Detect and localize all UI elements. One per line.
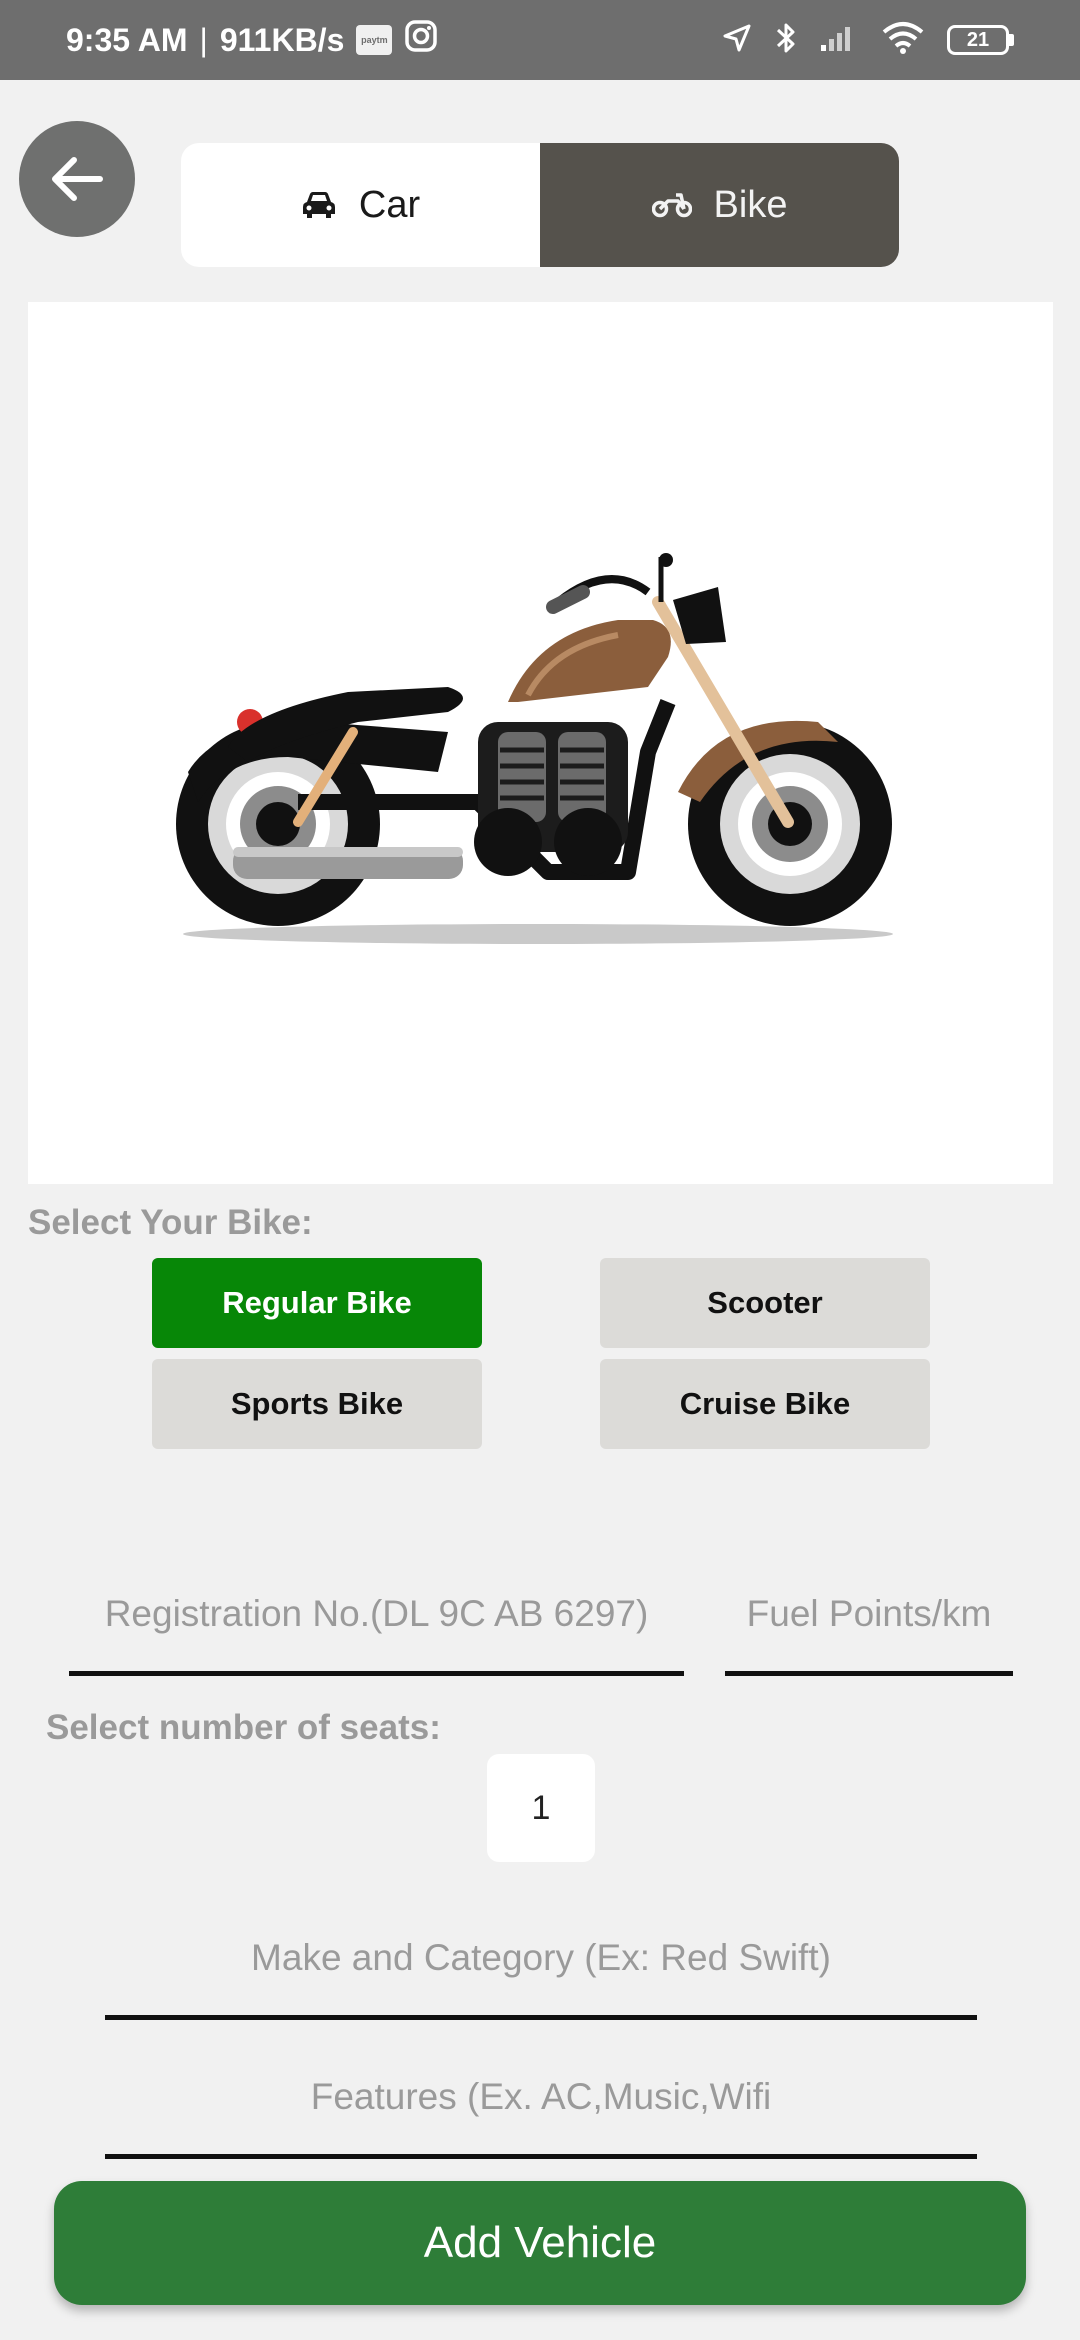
registration-field bbox=[69, 1556, 684, 1676]
fuel-field bbox=[725, 1556, 1013, 1676]
tab-car-label: Car bbox=[358, 183, 421, 226]
back-button[interactable] bbox=[19, 121, 135, 237]
bike-icon bbox=[651, 193, 692, 218]
features-field bbox=[105, 2039, 977, 2159]
battery-icon: 21 bbox=[947, 25, 1014, 55]
bike-option-sports[interactable]: Sports Bike bbox=[152, 1359, 482, 1449]
battery-tip bbox=[1009, 34, 1014, 46]
status-bar: 9:35 AM | 911KB/s paytm 21 bbox=[0, 0, 1080, 80]
wifi-icon bbox=[881, 21, 925, 60]
tab-car[interactable]: Car bbox=[181, 143, 540, 267]
bike-option-scooter[interactable]: Scooter bbox=[600, 1258, 930, 1348]
status-divider: | bbox=[199, 21, 208, 58]
location-icon bbox=[721, 22, 753, 59]
network-speed: 911KB/s bbox=[219, 21, 345, 58]
select-bike-label: Select Your Bike: bbox=[28, 1203, 313, 1242]
add-vehicle-button[interactable]: Add Vehicle bbox=[54, 2181, 1026, 2305]
status-right: 21 bbox=[721, 0, 1014, 80]
tab-bike[interactable]: Bike bbox=[540, 143, 899, 267]
status-time: 9:35 AM bbox=[66, 21, 188, 58]
arrow-left-icon bbox=[52, 157, 103, 201]
bike-option-regular[interactable]: Regular Bike bbox=[152, 1258, 482, 1348]
bike-option-cruise[interactable]: Cruise Bike bbox=[600, 1359, 930, 1449]
bike-shadow bbox=[183, 924, 893, 944]
bluetooth-icon bbox=[775, 20, 797, 61]
battery-level: 21 bbox=[947, 25, 1009, 55]
bike-illustration bbox=[28, 302, 1053, 1184]
fuel-points-input[interactable] bbox=[725, 1556, 1013, 1671]
make-category-input[interactable] bbox=[105, 1900, 977, 2015]
status-left: 9:35 AM | 911KB/s paytm bbox=[66, 0, 438, 80]
signal-icon bbox=[819, 23, 859, 58]
features-input[interactable] bbox=[105, 2039, 977, 2154]
registration-input[interactable] bbox=[69, 1556, 684, 1671]
paytm-icon: paytm bbox=[356, 25, 393, 55]
instagram-icon bbox=[404, 19, 438, 61]
make-field bbox=[105, 1900, 977, 2020]
select-seats-label: Select number of seats: bbox=[46, 1708, 441, 1747]
car-icon bbox=[302, 192, 335, 218]
seat-count-picker[interactable]: 1 bbox=[487, 1754, 595, 1862]
tab-bike-label: Bike bbox=[713, 183, 788, 226]
vehicle-type-toggle: Car Bike bbox=[181, 143, 899, 267]
